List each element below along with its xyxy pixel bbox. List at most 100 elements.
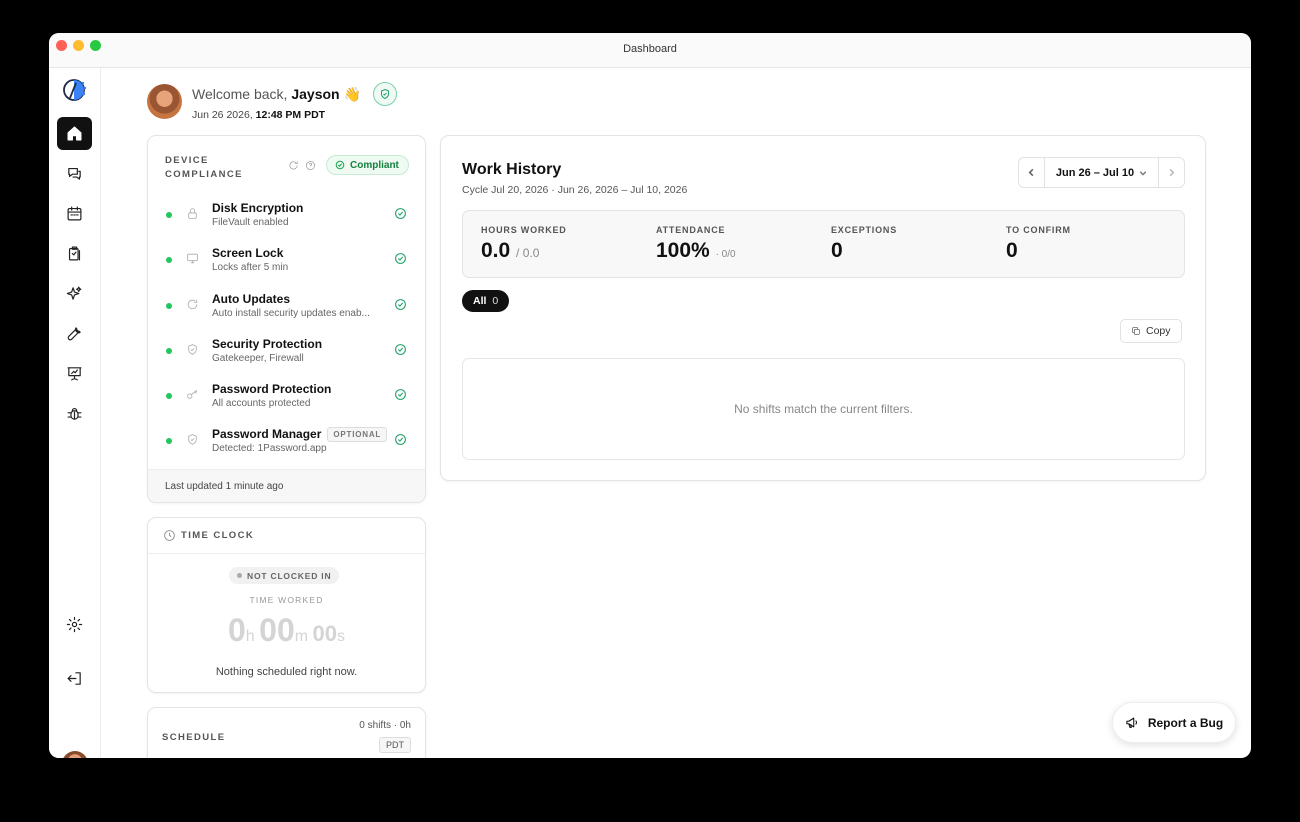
work-history-title: Work History [462, 161, 562, 178]
compliance-item-detail: Detected: 1Password.app [212, 443, 327, 455]
work-history-cycle: Cycle Jul 20, 2026 · Jun 26, 2026 – Jul … [462, 184, 688, 196]
nav-reports[interactable] [57, 357, 92, 390]
date-range-label: Jun 26 – Jul 10 [1055, 166, 1135, 179]
stat-value: 100% [656, 239, 710, 262]
stat-attendance: ATTENDANCE 100% · 0/0 [656, 225, 736, 263]
wrench-icon [67, 327, 81, 341]
empty-state-message: No shifts match the current filters. [734, 402, 913, 416]
compliance-item-detail: Locks after 5 min [212, 262, 289, 274]
help-icon[interactable] [305, 160, 316, 171]
current-date: Jun 26 2026, [192, 109, 253, 121]
time-clock-title: TIME CLOCK [181, 530, 255, 541]
main-content: Welcome back, Jayson 👋 Jun 26 2026, 12:4… [101, 68, 1251, 758]
check-circle-icon [395, 389, 406, 401]
check-circle-icon [395, 343, 406, 355]
previous-range-button[interactable] [1019, 158, 1044, 187]
stat-value: 0 [1006, 239, 1018, 262]
filter-all-pill[interactable]: All 0 [462, 290, 510, 312]
nav-ai[interactable] [57, 277, 92, 310]
compliance-item-detail: FileVault enabled [212, 217, 289, 228]
filter-count: 0 [492, 295, 499, 307]
sidebar [49, 68, 101, 758]
refresh-icon[interactable] [288, 160, 299, 171]
compliance-list: Disk Encryption FileVault enabled Screen… [148, 191, 425, 463]
shield-check-icon [381, 88, 389, 100]
time-worked-label: TIME WORKED [249, 595, 324, 605]
compliance-item-name: Password Manager OPTIONAL [212, 427, 388, 443]
last-updated-text: Last updated 1 minute ago [148, 469, 425, 502]
timer-hours-unit: h [245, 628, 255, 645]
stat-sub: · 0/0 [715, 249, 736, 260]
current-time: 12:48 PM PDT [255, 109, 326, 121]
app-logo-icon [63, 79, 87, 101]
compliance-item[interactable]: Disk Encryption FileVault enabled [148, 191, 425, 236]
time-worked-value: 0h 00m 00s [148, 612, 425, 649]
work-history-card: Work History Cycle Jul 20, 2026 · Jun 26… [440, 135, 1206, 481]
sparkles-icon [66, 286, 82, 300]
optional-badge: OPTIONAL [327, 427, 388, 443]
status-dot [166, 347, 172, 354]
refresh-icon [187, 299, 198, 309]
stat-sub: / 0.0 [516, 246, 540, 260]
compliance-item[interactable]: Password Protection All accounts protect… [148, 372, 425, 417]
compliance-item-detail: Gatekeeper, Firewall [212, 352, 304, 364]
presentation-chart-icon [67, 367, 82, 381]
window-title: Dashboard [623, 43, 677, 55]
user-avatar[interactable] [62, 751, 88, 758]
nav-clipboard[interactable] [57, 237, 92, 270]
check-circle-icon [395, 208, 406, 219]
shield-icon [188, 434, 197, 446]
copy-button[interactable]: Copy [1120, 319, 1182, 343]
messages-icon [68, 167, 81, 180]
timezone-badge: PDT [379, 737, 411, 753]
device-compliance-title: DEVICE COMPLIANCE [165, 155, 243, 180]
report-bug-button[interactable]: Report a Bug [1112, 702, 1236, 743]
compliance-item[interactable]: Screen Lock Locks after 5 min [148, 236, 425, 281]
nav-home[interactable] [57, 117, 92, 150]
compliance-item-name: Disk Encryption [212, 201, 304, 215]
compliance-item[interactable]: Password Manager OPTIONAL Detected: 1Pass… [148, 417, 425, 462]
status-dot [166, 212, 172, 218]
wave-emoji: 👋 [343, 86, 361, 102]
status-dot [166, 438, 172, 445]
logout-button[interactable] [57, 662, 92, 695]
nav-messages[interactable] [57, 157, 92, 190]
nav-calendar[interactable] [57, 197, 92, 230]
nav-tools[interactable] [57, 317, 92, 350]
gear-icon [66, 616, 83, 633]
compliance-item[interactable]: Auto Updates Auto install security updat… [148, 282, 425, 327]
check-circle-icon [395, 298, 406, 310]
stat-to-confirm: TO CONFIRM 0 [1006, 225, 1071, 263]
clock-status-text: NOT CLOCKED IN [247, 570, 332, 581]
stat-exceptions: EXCEPTIONS 0 [831, 225, 897, 263]
check-circle-icon [395, 434, 406, 446]
check-circle-icon [395, 253, 406, 265]
lock-icon [188, 208, 197, 219]
compliance-item[interactable]: Security Protection Gatekeeper, Firewall [148, 327, 425, 372]
app-window: Dashboard Welcome back, Jayson 👋 Jun 26 … [49, 33, 1251, 758]
date-range-dropdown[interactable]: Jun 26 – Jul 10 [1044, 158, 1159, 187]
compliance-status-text: Compliant [350, 159, 399, 171]
schedule-title: SCHEDULE [162, 732, 226, 743]
bug-icon [67, 407, 82, 420]
shield-icon [188, 344, 197, 355]
device-compliance-card: DEVICE COMPLIANCE Compliant Disk Encrypt… [147, 135, 426, 503]
stat-label: TO CONFIRM [1006, 225, 1071, 235]
date-range-picker: Jun 26 – Jul 10 [1018, 157, 1185, 188]
nav-settings[interactable] [57, 608, 92, 641]
schedule-card: SCHEDULE 0 shifts · 0h PDT [147, 707, 426, 758]
compliance-item-name: Password Protection [212, 382, 332, 397]
verified-badge[interactable] [373, 82, 397, 106]
monitor-icon [187, 254, 198, 264]
nav-bugs[interactable] [57, 397, 92, 430]
next-range-button[interactable] [1159, 158, 1184, 187]
chevron-down-icon [1139, 170, 1147, 176]
status-dot [166, 302, 172, 309]
calendar-icon [67, 206, 82, 221]
title-bar: Dashboard [49, 33, 1251, 68]
stat-value: 0.0 [481, 239, 511, 262]
compliance-item-name: Auto Updates [212, 291, 290, 306]
compliance-item-detail: All accounts protected [212, 398, 311, 410]
current-datetime: Jun 26 2026, 12:48 PM PDT [192, 109, 325, 121]
timer-seconds: 00 [312, 621, 337, 646]
